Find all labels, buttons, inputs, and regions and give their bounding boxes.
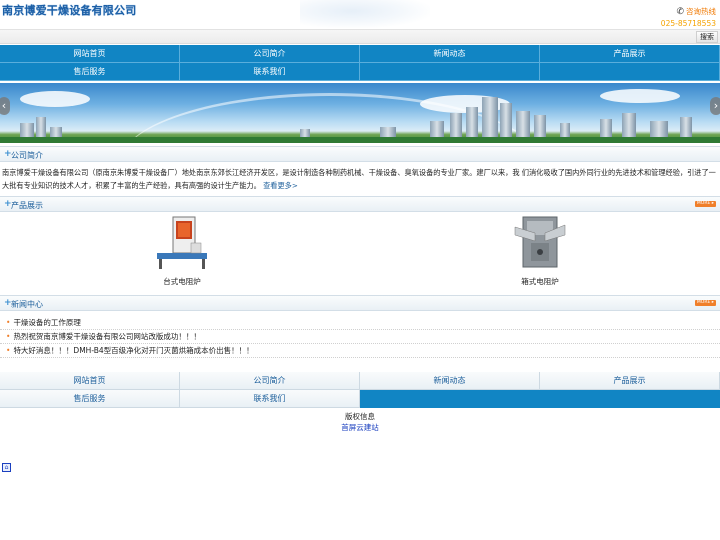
bullet-icon: • xyxy=(6,346,11,355)
news-item[interactable]: • 特大好消息！！！DMH-B4型百级净化对开门灭菌烘箱成本价出售！！！ xyxy=(0,344,720,358)
building xyxy=(450,113,462,139)
news-title[interactable]: 热烈祝贺南京博爱干燥设备有限公司网站改版成功！！！ xyxy=(13,332,201,341)
building xyxy=(516,111,530,139)
company-intro: 南京博爱干燥设备有限公司（原南京朱博爱干燥设备厂）地处南京东郊长江经济开发区，是… xyxy=(2,166,718,192)
section-title-about[interactable]: 公司简介 xyxy=(11,150,43,161)
more-badge[interactable]: MORE ▸ xyxy=(694,201,716,207)
logo-decoration xyxy=(300,0,430,28)
news-item[interactable]: • 热烈祝贺南京博爱干燥设备有限公司网站改版成功！！！ xyxy=(0,330,720,344)
building xyxy=(534,115,546,139)
footer-nav-home[interactable]: 网站首页 xyxy=(0,372,180,390)
section-header-products: + 产品展示 MORE ▸ xyxy=(0,196,720,212)
more-badge[interactable]: MORE ▸ xyxy=(694,300,716,306)
news-list: • 干燥设备的工作原理 • 热烈祝贺南京博爱干燥设备有限公司网站改版成功！！！ • 特… xyxy=(0,316,720,358)
home-icon[interactable]: ⌂ xyxy=(2,463,11,472)
builder-link[interactable]: 首屏云建站 xyxy=(0,422,720,433)
site-footer: 版权信息 首屏云建站 xyxy=(0,411,720,433)
building xyxy=(466,107,478,139)
nav-filler xyxy=(540,63,720,81)
chevron-right-icon[interactable]: › xyxy=(710,97,720,115)
news-title[interactable]: 特大好消息！！！DMH-B4型百级净化对开门灭菌烘箱成本价出售！！！ xyxy=(13,346,253,355)
footer-nav-about[interactable]: 公司简介 xyxy=(180,372,360,390)
chevron-left-icon[interactable]: ‹ xyxy=(0,97,10,115)
banner-ground xyxy=(0,137,720,143)
site-logo[interactable]: 南京博爱干燥设备有限公司 xyxy=(2,2,136,18)
nav-item-products[interactable]: 产品展示 xyxy=(540,45,720,63)
footer-nav-contact[interactable]: 联系我们 xyxy=(180,390,360,408)
building xyxy=(36,117,46,139)
hero-banner xyxy=(0,83,720,143)
building xyxy=(680,117,692,139)
footer-nav-news[interactable]: 新闻动态 xyxy=(360,372,540,390)
product-image[interactable] xyxy=(147,213,217,273)
bullet-icon: • xyxy=(6,332,11,341)
cloud xyxy=(20,91,90,107)
section-title-products[interactable]: 产品展示 xyxy=(11,200,43,211)
company-intro-text: 南京博爱干燥设备有限公司（原南京朱博爱干燥设备厂）地处南京东郊长江经济开发区，是… xyxy=(2,168,716,190)
building xyxy=(482,97,498,139)
footer-nav: 网站首页 公司简介 新闻动态 产品展示 售后服务 联系我们 xyxy=(0,372,720,408)
product-card[interactable]: 台式电阻炉 xyxy=(132,213,232,287)
copyright-text: 版权信息 xyxy=(345,412,375,421)
search-input[interactable] xyxy=(2,31,692,43)
product-image[interactable] xyxy=(505,213,575,273)
news-item[interactable]: • 干燥设备的工作原理 xyxy=(0,316,720,330)
main-nav: 网站首页 公司简介 新闻动态 产品展示 售后服务 联系我们 xyxy=(0,45,720,81)
read-more-link[interactable]: 查看更多> xyxy=(263,181,298,190)
footer-nav-filler xyxy=(360,390,540,408)
hotline-label: 咨询热线 xyxy=(686,7,716,16)
site-header: 南京博爱干燥设备有限公司 ✆ 咨询热线 025-85718553 xyxy=(0,0,720,28)
footer-nav-products[interactable]: 产品展示 xyxy=(540,372,720,390)
cloud xyxy=(600,89,680,103)
product-card[interactable]: 箱式电阻炉 xyxy=(490,213,590,287)
nav-item-about[interactable]: 公司简介 xyxy=(180,45,360,63)
section-header-about: + 公司简介 xyxy=(0,146,720,162)
search-button[interactable]: 搜索 xyxy=(696,31,718,43)
phone-icon: ✆ xyxy=(676,7,684,17)
nav-item-news[interactable]: 新闻动态 xyxy=(360,45,540,63)
section-header-news: + 新闻中心 MORE ▸ xyxy=(0,295,720,311)
building xyxy=(600,119,612,139)
product-caption[interactable]: 箱式电阻炉 xyxy=(490,276,590,287)
section-title-news[interactable]: 新闻中心 xyxy=(11,299,43,310)
nav-item-contact[interactable]: 联系我们 xyxy=(180,63,360,81)
building xyxy=(500,103,512,139)
nav-item-service[interactable]: 售后服务 xyxy=(0,63,180,81)
building xyxy=(622,113,636,139)
bullet-icon: • xyxy=(6,318,11,327)
footer-nav-service[interactable]: 售后服务 xyxy=(0,390,180,408)
hotline: ✆ 咨询热线 025-85718553 xyxy=(661,6,716,30)
product-caption[interactable]: 台式电阻炉 xyxy=(132,276,232,287)
nav-filler xyxy=(360,63,540,81)
footer-nav-filler xyxy=(540,390,720,408)
search-bar: 搜索 xyxy=(0,29,720,44)
news-title[interactable]: 干燥设备的工作原理 xyxy=(13,318,81,327)
nav-item-home[interactable]: 网站首页 xyxy=(0,45,180,63)
